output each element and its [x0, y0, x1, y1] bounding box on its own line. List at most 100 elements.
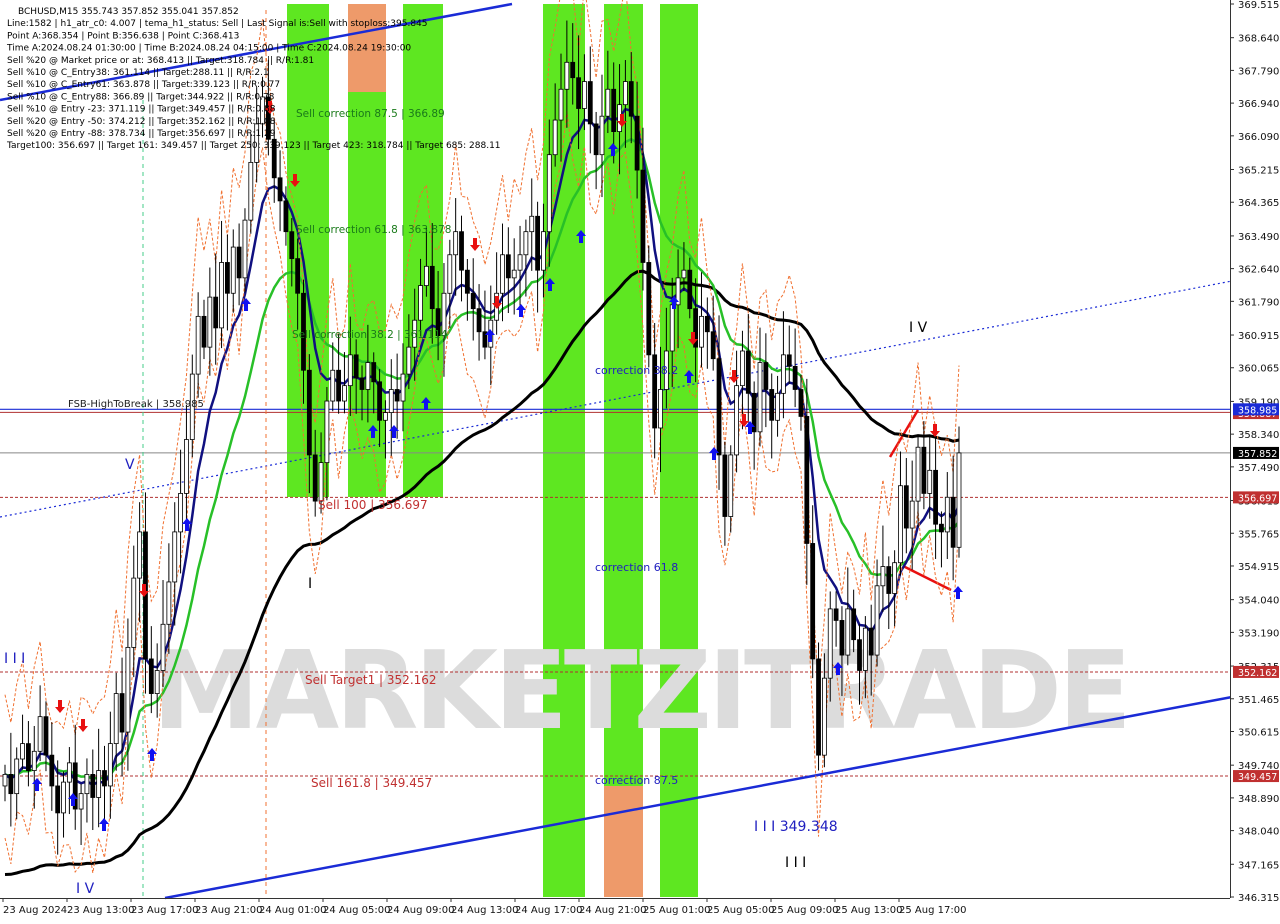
- price-tick-label: 364.365: [1238, 198, 1279, 209]
- candle-body: [359, 377, 365, 390]
- candle-body: [447, 254, 453, 294]
- candle-body: [312, 454, 318, 502]
- candle-body: [781, 354, 786, 394]
- price-tick-label: 358.340: [1238, 430, 1279, 441]
- candle-body: [43, 716, 49, 756]
- sell-correction-382-label: Sell correction 38.2 | 361.114: [292, 329, 448, 341]
- trading-chart[interactable]: MARKETZITRADE FSB-HighToBreak | 358.985 …: [0, 0, 1280, 920]
- candle-body: [371, 362, 377, 383]
- candle-body: [336, 369, 342, 402]
- wave-iii-bottom-label: I I I: [785, 855, 806, 871]
- price-tick-label: 365.215: [1238, 166, 1279, 177]
- t161-price-tag: 349.457: [1238, 772, 1277, 783]
- sell-1618-label: Sell 161.8 | 349.457: [311, 776, 432, 790]
- candle-body: [160, 623, 166, 671]
- candle-body: [529, 215, 535, 233]
- candle-body: [646, 262, 652, 356]
- candle-body: [295, 258, 301, 294]
- wave-i-label: I: [308, 576, 312, 592]
- candle-body: [909, 500, 915, 529]
- candle-body: [622, 81, 628, 106]
- candle-body: [476, 308, 482, 333]
- candle-body: [148, 658, 154, 694]
- candle-body: [757, 362, 763, 433]
- candle-body: [55, 785, 61, 814]
- candle-body: [939, 523, 944, 533]
- candle-body: [418, 285, 423, 321]
- info-line: Sell %10 @ C_Entry61: 363.878 || Target:…: [7, 80, 280, 90]
- candle-body: [710, 331, 716, 360]
- candle-body: [640, 169, 646, 263]
- candle-body: [400, 373, 406, 402]
- wave-iii-low-label: I I I 349.348: [754, 819, 838, 835]
- correction-875-label: correction 87.5: [595, 774, 678, 787]
- candle-body: [49, 754, 55, 787]
- fsb-price-tag: 358.985: [1238, 405, 1277, 416]
- price-tick-label: 348.890: [1238, 794, 1279, 805]
- candle-body: [119, 693, 125, 733]
- candle-body: [90, 774, 96, 798]
- candle-body: [377, 381, 382, 421]
- candle-body: [20, 743, 25, 760]
- candle-body: [31, 750, 37, 771]
- price-tick-label: 350.615: [1238, 727, 1279, 738]
- correction-382-label: correction 38.2: [595, 364, 678, 377]
- price-tick-label: 346.315: [1238, 893, 1279, 904]
- candle-body: [833, 608, 839, 621]
- price-tick-label: 361.790: [1238, 297, 1279, 308]
- candle-body: [857, 639, 862, 671]
- candle-body: [154, 670, 160, 694]
- candle-body: [851, 608, 857, 641]
- candle-body: [102, 770, 107, 787]
- candle-body: [605, 88, 611, 117]
- signal-band: [660, 4, 698, 897]
- candle-body: [306, 369, 312, 456]
- candle-body: [523, 231, 529, 256]
- candle-body: [681, 269, 687, 279]
- time-tick-label: 24 Aug 21:00: [579, 905, 646, 916]
- info-line: Sell %20 @ Market price or at: 368.413 |…: [7, 56, 314, 66]
- candle-body: [84, 774, 90, 795]
- candle-body: [699, 315, 704, 348]
- candle-body: [96, 770, 102, 798]
- candle-body: [564, 61, 570, 90]
- wave-iv-left-label: I V: [76, 881, 95, 897]
- sell-correction-875-label: Sell correction 87.5 | 366.89: [296, 108, 445, 120]
- price-chart-svg[interactable]: MARKETZITRADE FSB-HighToBreak | 358.985 …: [0, 0, 1280, 920]
- info-line: BCHUSD,M15 355.743 357.852 355.041 357.8…: [18, 7, 239, 17]
- candle-body: [552, 119, 558, 156]
- sell-100-label: Sell 100 | 356.697: [318, 498, 428, 512]
- candle-body: [874, 585, 880, 656]
- sell-target1-label: Sell Target1 | 352.162: [305, 673, 437, 687]
- candle-body: [862, 627, 868, 671]
- candle-body: [365, 362, 371, 390]
- candle-body: [611, 88, 617, 132]
- time-tick-label: 25 Aug 17:00: [899, 905, 966, 916]
- candle-body: [658, 389, 663, 429]
- candle-body: [769, 389, 775, 421]
- info-line: Line:1582 | h1_atr_c0: 4.007 | tema_h1_s…: [7, 19, 428, 29]
- candle-body: [763, 362, 769, 390]
- time-tick-label: 24 Aug 09:00: [387, 905, 454, 916]
- info-line: Target100: 356.697 || Target 161: 349.45…: [6, 141, 501, 151]
- candle-body: [546, 154, 552, 233]
- price-tick-label: 368.640: [1238, 34, 1279, 45]
- candle-body: [394, 389, 400, 402]
- candle-body: [207, 296, 213, 348]
- time-tick-label: 25 Aug 09:00: [771, 905, 838, 916]
- candle-body: [236, 246, 242, 279]
- candle-body: [66, 762, 72, 783]
- candle-body: [792, 365, 798, 390]
- candle-body: [570, 61, 576, 79]
- price-tick-label: 357.490: [1238, 463, 1279, 474]
- candle-body: [277, 177, 283, 202]
- time-tick-label: 25 Aug 01:00: [643, 905, 710, 916]
- info-line: Sell %20 @ Entry -88: 378.734 || Target:…: [7, 129, 276, 139]
- candle-body: [558, 88, 564, 121]
- candle-body: [178, 493, 183, 533]
- candle-body: [166, 581, 172, 625]
- candle-body: [535, 215, 541, 271]
- sell100-price-tag: 356.697: [1238, 493, 1277, 504]
- candle-body: [892, 562, 898, 594]
- signal-band-bear: [604, 786, 643, 897]
